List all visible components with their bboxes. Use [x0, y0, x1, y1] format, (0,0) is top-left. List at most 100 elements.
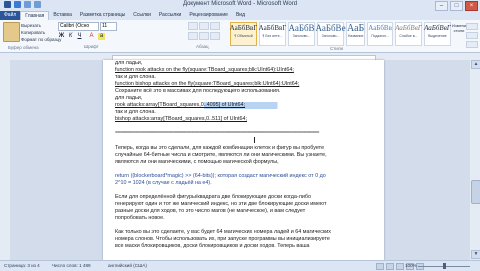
tab-mailings[interactable]: Рассылки — [155, 11, 185, 20]
clipboard-group-label: Буфер обмена — [8, 45, 39, 50]
cut-button[interactable]: Вырезать — [21, 23, 41, 28]
close-button[interactable]: × — [465, 1, 478, 11]
ribbon-tabs: Файл Главная Вставка Разметка страницы С… — [0, 11, 480, 20]
full-screen-icon[interactable] — [386, 263, 394, 270]
word-logo-icon — [4, 1, 11, 8]
multilevel-list-icon[interactable] — [210, 22, 220, 30]
style-heading-1[interactable]: АаБбВ Заголово... — [288, 22, 315, 46]
web-layout-icon[interactable] — [396, 263, 404, 270]
font-size-select[interactable]: 11 — [100, 22, 117, 31]
style-name: Название — [347, 34, 364, 38]
doc-line: являются ли они магическими, с помощью м… — [115, 158, 279, 165]
scroll-thumb[interactable] — [471, 180, 480, 204]
style-name: Слабое в... — [399, 34, 418, 38]
style-name: Заголово... — [292, 34, 311, 38]
font-name-select[interactable]: Calibri (Осно — [58, 22, 99, 31]
style-no-spacing[interactable]: АаБбВвГ ¶ Без инте... — [259, 22, 286, 46]
status-bar: Страница: 3 из 4 Число слов: 1 489 англи… — [0, 260, 480, 271]
doc-line: 2^10 = 1024 (в случае с ладьёй на e4). — [115, 179, 212, 186]
format-painter-button[interactable]: Формат по образцу — [21, 37, 61, 42]
undo-icon[interactable] — [24, 1, 31, 8]
paragraph-group: Абзац — [188, 22, 228, 50]
style-name: Выделение — [428, 34, 447, 38]
doc-line-code: return ((blockerboard*magic) >> (64-bits… — [115, 172, 326, 179]
style-preview: АаБбВвГ — [258, 24, 287, 32]
bold-button[interactable]: Ж — [58, 33, 65, 40]
styles-gallery: АаБбВвГ ¶ Обычный АаБбВвГ ¶ Без инте... Аа… — [230, 22, 451, 46]
tab-view[interactable]: Вид — [232, 11, 249, 20]
editing-group — [466, 23, 478, 48]
ribbon-home: Вырезать Копировать Формат по образцу Бу… — [0, 20, 480, 53]
numbering-icon[interactable] — [199, 22, 209, 30]
select-icon[interactable] — [466, 41, 478, 48]
window-title: Документ Microsoft Word - Microsoft Word — [182, 1, 298, 7]
language-indicator[interactable]: английский (США) — [108, 263, 147, 268]
style-heading-2[interactable]: АаБбВе Заголово... — [315, 22, 346, 46]
doc-line: номера слонов. Чтобы использовать их, пр… — [115, 236, 330, 243]
tab-review[interactable]: Рецензирование — [185, 11, 232, 20]
style-preview: АаБбВв — [368, 24, 392, 32]
tab-file[interactable]: Файл — [0, 11, 21, 20]
redo-icon[interactable] — [34, 1, 41, 8]
zoom-level[interactable]: 100% — [405, 263, 417, 268]
scroll-up-icon[interactable]: ▲ — [471, 60, 480, 69]
align-center-icon[interactable] — [199, 32, 209, 40]
zoom-slider-knob[interactable] — [443, 263, 446, 269]
doc-line: Теперь, когда вы это сделали, для каждой… — [115, 144, 325, 151]
style-preview: АаБбВ — [288, 23, 315, 33]
highlight-icon[interactable]: a — [98, 33, 105, 40]
doc-separator: ========================================… — [115, 130, 319, 137]
doc-line: Как только вы это сделаете, у вас будет … — [115, 229, 332, 236]
tab-page-layout[interactable]: Разметка страницы — [76, 11, 129, 20]
vertical-scrollbar[interactable]: ▲ ▼ — [470, 60, 480, 260]
scroll-down-icon[interactable]: ▼ — [471, 250, 480, 259]
style-emphasis[interactable]: АаБбВвГ Выделение — [423, 22, 451, 46]
vertical-ruler — [0, 60, 10, 260]
tab-insert[interactable]: Вставка — [49, 11, 76, 20]
style-title[interactable]: АаБ Название — [346, 22, 366, 46]
print-layout-icon[interactable] — [376, 263, 384, 270]
minimize-button[interactable]: – — [435, 1, 448, 11]
paste-icon[interactable] — [3, 22, 20, 42]
tab-references[interactable]: Ссылки — [129, 11, 155, 20]
page-count[interactable]: Страница: 3 из 4 — [4, 263, 40, 268]
doc-line: генерируют один и тот же магический инде… — [115, 200, 327, 207]
style-preview: АаБ — [347, 23, 365, 34]
font-group-label: Шрифт — [84, 44, 99, 49]
style-subtle-emphasis[interactable]: АаБбВвГ Слабое в... — [394, 22, 422, 46]
font-group: Calibri (Осно 11 Ж К Ч A a Шрифт — [58, 22, 188, 50]
doc-line: так и для слона. — [115, 74, 156, 81]
doc-line — [115, 166, 377, 173]
doc-line — [115, 123, 377, 130]
doc-line-selected: rook attacks:array[TBoard_squares,0..409… — [115, 102, 377, 110]
underline-button[interactable]: Ч — [76, 33, 83, 40]
style-subtitle[interactable]: АаБбВв Подзагол... — [367, 22, 393, 46]
styles-group-label: Стили — [330, 46, 343, 51]
view-buttons — [376, 263, 424, 270]
style-name: Заголово... — [321, 34, 340, 38]
style-name: Подзагол... — [371, 34, 390, 38]
doc-line: для ладьи, — [115, 60, 143, 66]
save-icon[interactable] — [14, 1, 21, 8]
mouse-cursor-icon — [254, 137, 258, 143]
find-icon[interactable] — [466, 23, 478, 30]
italic-button[interactable]: К — [67, 33, 74, 40]
change-styles-button[interactable]: Изменить стили — [452, 23, 470, 45]
align-right-icon[interactable] — [210, 32, 220, 40]
window-controls: – □ × — [435, 1, 478, 11]
replace-icon[interactable] — [466, 32, 478, 39]
style-normal[interactable]: АаБбВвГ ¶ Обычный — [230, 22, 257, 46]
maximize-button[interactable]: □ — [450, 1, 463, 11]
style-name: ¶ Обычный — [234, 34, 253, 38]
document-page[interactable]: для ладьи, function rook attacks on the … — [103, 60, 384, 260]
doc-line: для ладьи, — [115, 95, 143, 102]
bullets-icon[interactable] — [188, 22, 198, 30]
style-preview: АаБбВвГ — [395, 24, 422, 32]
copy-button[interactable]: Копировать — [21, 30, 45, 35]
style-preview: АаБбВе — [315, 23, 346, 33]
tab-home[interactable]: Главная — [20, 11, 50, 20]
font-color-icon[interactable]: A — [88, 33, 95, 40]
word-count[interactable]: Число слов: 1 489 — [52, 263, 91, 268]
document-body[interactable]: для ладьи, function rook attacks on the … — [115, 60, 377, 250]
align-left-icon[interactable] — [188, 32, 198, 40]
